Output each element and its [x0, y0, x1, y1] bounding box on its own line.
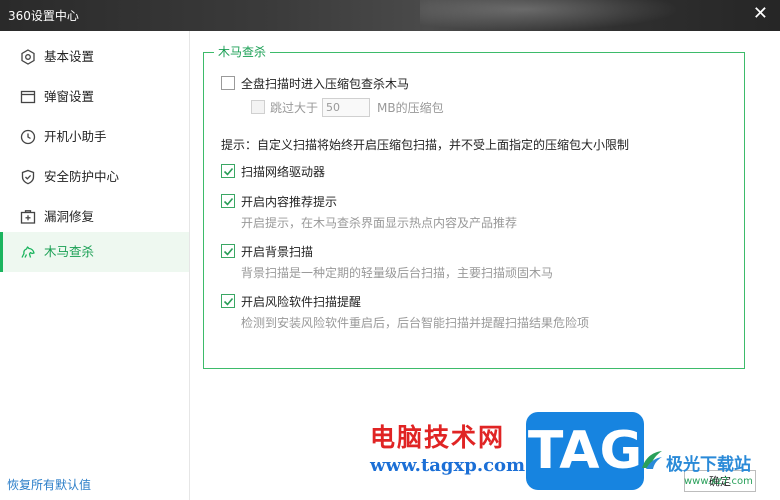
sidebar-item-label: 弹窗设置	[44, 89, 95, 104]
sidebar-item-basic-settings[interactable]: 基本设置	[0, 37, 189, 77]
window-title: 360设置中心	[8, 9, 79, 23]
checkmark-icon	[223, 297, 234, 306]
sidebar-item-vulnerability-fix[interactable]: 漏洞修复	[0, 197, 189, 237]
group-legend: 木马查杀	[214, 45, 271, 59]
content-recommend-label: 开启内容推荐提示	[241, 195, 338, 209]
background-scan-desc: 背景扫描是一种定期的轻量级后台扫描，主要扫描顽固木马	[241, 266, 554, 280]
watermark-brand-url: www.xz7.com	[684, 476, 753, 487]
aurora-logo-icon	[640, 448, 664, 472]
archive-size-input[interactable]	[322, 98, 370, 117]
sidebar-item-popup-settings[interactable]: 弹窗设置	[0, 77, 189, 117]
checkmark-icon	[223, 197, 234, 206]
risk-software-label: 开启风险软件扫描提醒	[241, 295, 362, 309]
title-bar-decoration	[420, 0, 680, 31]
window-icon	[20, 89, 36, 105]
skip-larger-prefix: 跳过大于	[270, 101, 319, 115]
content-recommend-checkbox[interactable]	[221, 194, 235, 208]
sidebar-item-label: 基本设置	[44, 49, 95, 64]
checkmark-icon	[223, 167, 234, 176]
compressed-scan-checkbox[interactable]	[221, 76, 235, 90]
risk-software-checkbox[interactable]	[221, 294, 235, 308]
watermark-brand: 极光下载站	[666, 455, 751, 475]
sidebar-item-label: 安全防护中心	[44, 169, 120, 184]
skip-larger-checkbox[interactable]	[251, 100, 265, 114]
watermark-site-name: 电脑技术网	[370, 423, 506, 452]
network-drive-checkbox[interactable]	[221, 164, 235, 178]
background-scan-checkbox[interactable]	[221, 244, 235, 258]
hexagon-settings-icon	[20, 49, 36, 65]
restore-defaults-link[interactable]: 恢复所有默认值	[7, 476, 91, 493]
compressed-scan-label: 全盘扫描时进入压缩包查杀木马	[241, 77, 410, 91]
sidebar-item-label: 木马查杀	[44, 244, 95, 259]
shield-icon	[20, 169, 36, 185]
skip-larger-suffix: MB的压缩包	[377, 101, 444, 115]
close-icon[interactable]: ✕	[753, 4, 768, 24]
watermark-url: www.tagxp.com	[370, 455, 526, 476]
watermark-tag-logo: TAG	[526, 412, 644, 490]
background-scan-label: 开启背景扫描	[241, 245, 314, 259]
sidebar-item-label: 漏洞修复	[44, 209, 95, 224]
network-drive-label: 扫描网络驱动器	[241, 165, 326, 179]
hint-text: 提示：自定义扫描将始终开启压缩包扫描，并不受上面指定的压缩包大小限制	[221, 138, 630, 152]
clock-icon	[20, 129, 36, 145]
horse-icon	[20, 244, 36, 260]
patch-plus-icon	[20, 209, 36, 225]
checkmark-icon	[223, 247, 234, 256]
watermark-tag-text: TAG	[527, 421, 643, 481]
sidebar-item-startup-assistant[interactable]: 开机小助手	[0, 117, 189, 157]
sidebar-item-trojan-scan[interactable]: 木马查杀	[0, 232, 189, 272]
sidebar-item-security-center[interactable]: 安全防护中心	[0, 157, 189, 197]
title-bar: 360设置中心 ✕	[0, 0, 780, 31]
content-recommend-desc: 开启提示，在木马查杀界面显示热点内容及产品推荐	[241, 216, 518, 230]
sidebar-item-label: 开机小助手	[44, 129, 107, 144]
risk-software-desc: 检测到安装风险软件重启后，后台智能扫描并提醒扫描结果危险项	[241, 316, 590, 330]
sidebar: 基本设置 弹窗设置 开机小助手 安全防护中心 漏洞修复 木马查杀	[0, 31, 190, 500]
